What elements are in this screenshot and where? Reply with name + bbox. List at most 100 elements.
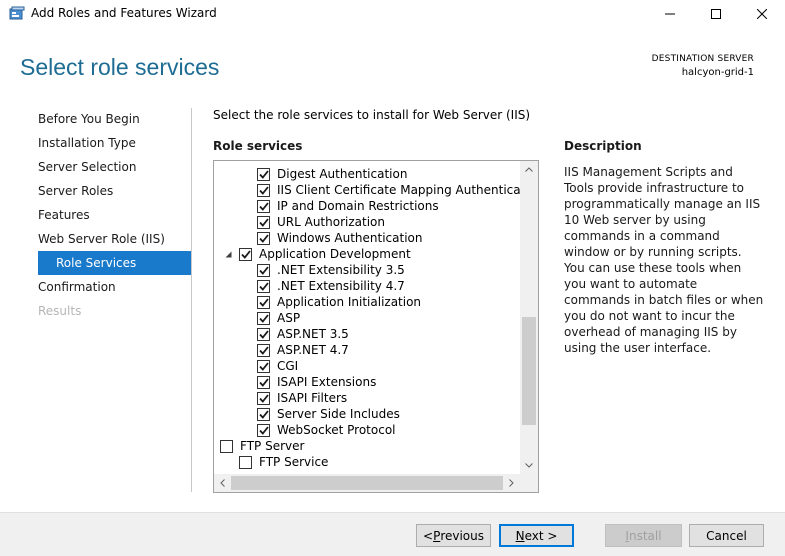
scroll-right-arrow-icon[interactable] [503,474,520,492]
tree-item[interactable]: .NET Extensibility 4.7 [257,278,405,294]
tree-item-checkbox[interactable] [257,311,270,325]
tree-item-label: ASP.NET 4.7 [277,343,349,357]
nav-divider [191,108,192,492]
tree-item-checkbox[interactable] [257,407,270,421]
horizontal-scroll-thumb[interactable] [231,476,503,490]
checkmark-icon [258,361,269,371]
vertical-scroll-thumb[interactable] [522,317,536,425]
tree-item-checkbox[interactable] [257,391,270,405]
minimize-button[interactable] [647,0,693,28]
tree-item[interactable]: WebSocket Protocol [257,422,396,438]
checkmark-icon [258,281,269,291]
scroll-up-arrow-icon[interactable] [520,161,538,178]
tree-item-checkbox[interactable] [257,375,270,389]
tree-item-label: Server Side Includes [277,407,400,421]
tree-item[interactable]: IP and Domain Restrictions [257,198,439,214]
tree-item-label: Windows Authentication [277,231,423,245]
tree-item-label: .NET Extensibility 3.5 [277,263,405,277]
tree-item-label: WebSocket Protocol [277,423,396,437]
tree-item-checkbox[interactable] [257,359,270,373]
title-bar: Add Roles and Features Wizard [0,0,785,28]
tree-item-checkbox[interactable] [257,215,270,229]
tree-item[interactable]: ISAPI Extensions [257,374,376,390]
tree-item-label: FTP Server [240,439,305,453]
tree-item[interactable]: CGI [257,358,298,374]
tree-item-label: ASP.NET 3.5 [277,327,349,341]
close-icon [757,9,767,19]
next-button[interactable]: Next > [499,524,574,547]
tree-item-label: URL Authorization [277,215,385,229]
tree-item[interactable]: URL Authorization [257,214,385,230]
role-services-heading: Role services [213,139,303,153]
tree-item[interactable]: ASP.NET 3.5 [257,326,349,342]
tree-item[interactable]: Application Initialization [257,294,421,310]
tree-item-checkbox[interactable] [220,439,233,453]
checkmark-icon [258,377,269,387]
tree-item[interactable]: ASP.NET 4.7 [257,342,349,358]
instruction-text: Select the role services to install for … [213,108,531,122]
cancel-button[interactable]: Cancel [689,524,764,547]
maximize-icon [711,9,721,19]
tree-item[interactable]: .NET Extensibility 3.5 [257,262,405,278]
tree-item-checkbox[interactable] [257,327,270,341]
tree-item[interactable]: Windows Authentication [257,230,422,246]
vertical-scrollbar[interactable] [520,161,538,474]
nav-step-server-roles[interactable]: Server Roles [38,184,113,198]
description-text: IIS Management Scripts and Tools provide… [564,165,764,355]
checkmark-icon [258,329,269,339]
tree-item-checkbox[interactable] [239,455,252,469]
nav-step-results: Results [38,304,82,318]
tree-item[interactable]: Server Side Includes [257,406,400,422]
tree-item-label: IIS Client Certificate Mapping Authentic… [277,183,520,197]
role-services-tree[interactable]: Digest Authentication IIS Client Certific… [213,160,539,493]
close-button[interactable] [739,0,785,28]
tree-item-checkbox[interactable] [257,343,270,357]
checkmark-icon [258,393,269,403]
tree-item[interactable]: Application Development [223,246,411,262]
window-title: Add Roles and Features Wizard [31,6,217,20]
tree-item[interactable]: Digest Authentication [257,166,407,182]
wizard-header: Select role services DESTINATION SERVER … [0,28,785,100]
checkmark-icon [258,217,269,227]
checkmark-icon [258,425,269,435]
checkmark-icon [258,409,269,419]
tree-item-label: CGI [277,359,299,373]
nav-step-role-services[interactable]: Role Services [38,251,191,275]
maximize-button[interactable] [693,0,739,28]
tree-item[interactable]: ISAPI Filters [257,390,347,406]
tree-item-checkbox[interactable] [239,247,252,261]
minimize-icon [665,13,675,15]
tree-item-checkbox[interactable] [257,295,270,309]
page-title: Select role services [20,54,220,80]
nav-step-web-server-role[interactable]: Web Server Role (IIS) [38,232,165,246]
destination-server-name: halcyon-grid-1 [681,67,754,78]
previous-button[interactable]: < Previous [416,524,491,547]
tree-item[interactable]: IIS Client Certificate Mapping Authentic… [257,182,520,198]
tree-item-label: .NET Extensibility 4.7 [277,279,405,293]
scroll-left-arrow-icon[interactable] [214,474,231,492]
tree-item[interactable]: ASP [257,310,300,326]
tree-item-checkbox[interactable] [257,167,270,181]
tree-item[interactable]: FTP Server [214,438,304,454]
horizontal-scrollbar[interactable] [214,474,520,492]
expand-collapse-icon[interactable] [223,246,233,262]
tree-item-checkbox[interactable] [257,423,270,437]
nav-step-server-selection[interactable]: Server Selection [38,160,136,174]
nav-step-features[interactable]: Features [38,208,90,222]
tree-item-label: Application Initialization [277,295,422,309]
nav-step-installation-type[interactable]: Installation Type [38,136,136,150]
tree-item[interactable]: FTP Service [239,454,328,470]
checkmark-icon [258,265,269,275]
tree-item-checkbox[interactable] [257,279,270,293]
tree-item-checkbox[interactable] [257,199,270,213]
destination-server-label: DESTINATION SERVER [651,54,754,64]
tree-item-checkbox[interactable] [257,263,270,277]
tree-item-label: Digest Authentication [277,167,408,181]
nav-step-confirmation[interactable]: Confirmation [38,280,116,294]
nav-step-before-you-begin[interactable]: Before You Begin [38,112,140,126]
tree-item-checkbox[interactable] [257,183,270,197]
tree-item-checkbox[interactable] [257,231,270,245]
description-heading: Description [564,139,642,153]
install-button: Install [605,524,682,547]
scroll-down-arrow-icon[interactable] [520,457,538,474]
